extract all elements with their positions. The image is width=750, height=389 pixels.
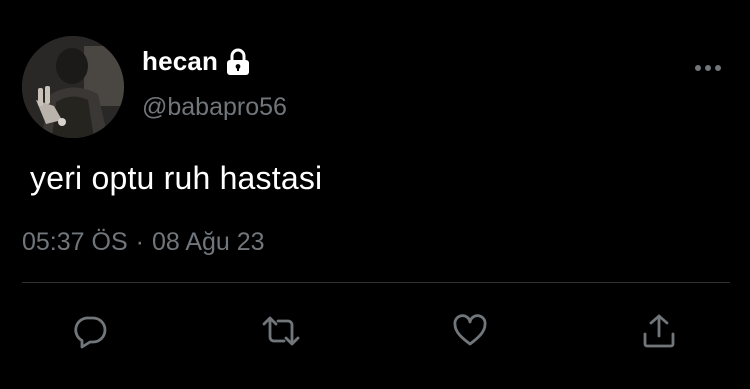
lock-icon xyxy=(225,48,251,76)
tweet-text: yeri optu ruh hastasi xyxy=(30,160,323,196)
tweet-time: 05:37 ÖS xyxy=(22,228,128,256)
display-name[interactable]: hecan xyxy=(142,46,251,77)
username-handle[interactable]: @babapro56 xyxy=(142,93,287,122)
retweet-button[interactable] xyxy=(260,313,302,349)
reply-icon xyxy=(72,313,108,349)
meta-separator: · xyxy=(135,228,144,256)
tweet-date: 08 Ağu 23 xyxy=(151,228,265,256)
heart-icon xyxy=(452,313,488,349)
retweet-icon xyxy=(260,313,302,349)
reply-button[interactable] xyxy=(72,313,108,349)
avatar[interactable] xyxy=(22,36,124,138)
tweet-timestamp[interactable]: 05:37 ÖS · 08 Ağu 23 xyxy=(22,228,265,257)
share-icon xyxy=(641,313,677,349)
divider xyxy=(22,282,730,283)
profile-photo xyxy=(22,36,124,138)
more-icon[interactable] xyxy=(694,60,722,76)
share-button[interactable] xyxy=(641,313,677,349)
display-name-label: hecan xyxy=(142,46,219,76)
like-button[interactable] xyxy=(452,313,488,349)
tweet: hecan @babapro56 yeri optu ruh hastasi 0… xyxy=(0,0,750,389)
